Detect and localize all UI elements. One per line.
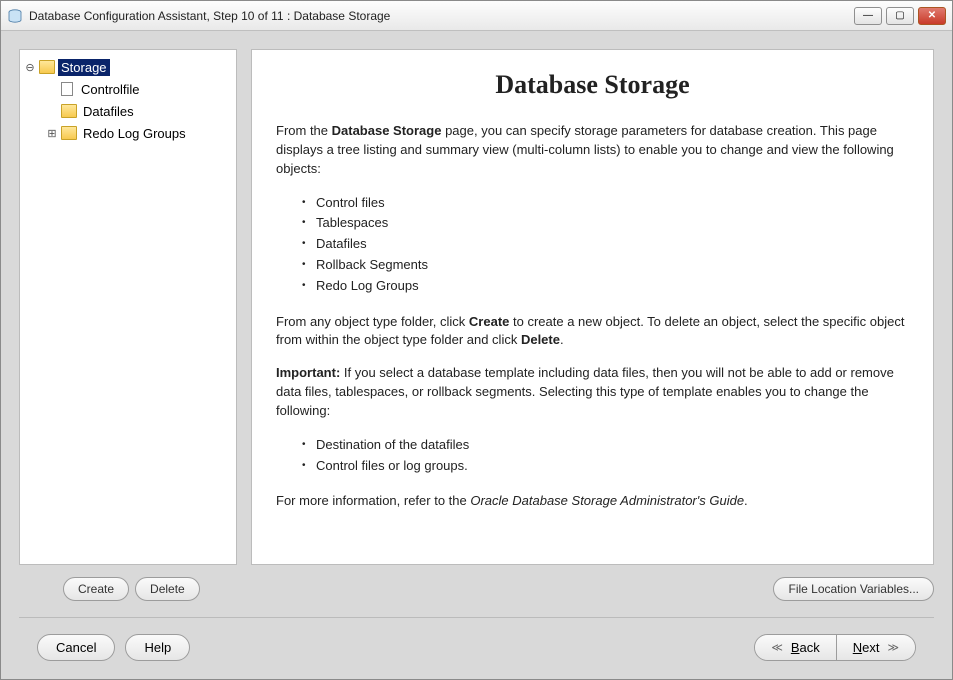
back-button[interactable]: ≪ Back xyxy=(755,635,836,660)
next-button[interactable]: Next ≫ xyxy=(837,635,915,660)
file-icon xyxy=(61,82,73,96)
wizard-window: Database Configuration Assistant, Step 1… xyxy=(0,0,953,680)
close-button[interactable]: ✕ xyxy=(918,7,946,25)
file-location-variables-button[interactable]: File Location Variables... xyxy=(773,577,934,601)
folder-icon xyxy=(61,126,77,140)
nav-button-group: ≪ Back Next ≫ xyxy=(754,634,916,661)
tree-label-redo[interactable]: Redo Log Groups xyxy=(80,125,189,142)
app-icon xyxy=(7,8,23,24)
content-area: ⊖ Storage Controlfile Datafiles xyxy=(1,31,952,679)
tree-node-controlfile[interactable]: Controlfile xyxy=(46,78,232,100)
collapse-icon[interactable]: ⊖ xyxy=(24,61,36,74)
list-item: Control files or log groups. xyxy=(316,456,909,477)
storage-tree[interactable]: ⊖ Storage Controlfile Datafiles xyxy=(19,49,237,565)
cancel-button[interactable]: Cancel xyxy=(37,634,115,661)
important-paragraph: Important: If you select a database temp… xyxy=(276,364,909,421)
list-item: Tablespaces xyxy=(316,213,909,234)
main-row: ⊖ Storage Controlfile Datafiles xyxy=(19,49,934,565)
tree-node-redo[interactable]: ⊞ Redo Log Groups xyxy=(46,122,232,144)
tree-label-datafiles[interactable]: Datafiles xyxy=(80,103,137,120)
page-heading: Database Storage xyxy=(276,70,909,100)
template-list: Destination of the datafiles Control fil… xyxy=(316,435,909,477)
titlebar: Database Configuration Assistant, Step 1… xyxy=(1,1,952,31)
list-item: Datafiles xyxy=(316,234,909,255)
tree-node-datafiles[interactable]: Datafiles xyxy=(46,100,232,122)
list-item: Control files xyxy=(316,193,909,214)
help-button[interactable]: Help xyxy=(125,634,190,661)
list-item: Destination of the datafiles xyxy=(316,435,909,456)
intro-paragraph: From the Database Storage page, you can … xyxy=(276,122,909,179)
chevron-left-icon: ≪ xyxy=(771,641,783,654)
window-controls: — ▢ ✕ xyxy=(854,7,946,25)
list-item: Redo Log Groups xyxy=(316,276,909,297)
objects-list: Control files Tablespaces Datafiles Roll… xyxy=(316,193,909,297)
tree-label-storage[interactable]: Storage xyxy=(58,59,110,76)
description-panel: Database Storage From the Database Stora… xyxy=(251,49,934,565)
tree-node-storage[interactable]: ⊖ Storage xyxy=(24,56,232,78)
folder-icon xyxy=(39,60,55,74)
window-title: Database Configuration Assistant, Step 1… xyxy=(29,9,854,23)
list-item: Rollback Segments xyxy=(316,255,909,276)
footer-button-row: Cancel Help ≪ Back Next ≫ xyxy=(19,618,934,679)
minimize-button[interactable]: — xyxy=(854,7,882,25)
tree-label-controlfile[interactable]: Controlfile xyxy=(78,81,143,98)
create-button[interactable]: Create xyxy=(63,577,129,601)
delete-button[interactable]: Delete xyxy=(135,577,200,601)
more-info-paragraph: For more information, refer to the Oracl… xyxy=(276,492,909,511)
maximize-button[interactable]: ▢ xyxy=(886,7,914,25)
chevron-right-icon: ≫ xyxy=(887,641,899,654)
create-delete-paragraph: From any object type folder, click Creat… xyxy=(276,313,909,351)
folder-icon xyxy=(61,104,77,118)
expand-icon[interactable]: ⊞ xyxy=(46,127,58,140)
mid-button-row: Create Delete File Location Variables... xyxy=(19,565,934,617)
